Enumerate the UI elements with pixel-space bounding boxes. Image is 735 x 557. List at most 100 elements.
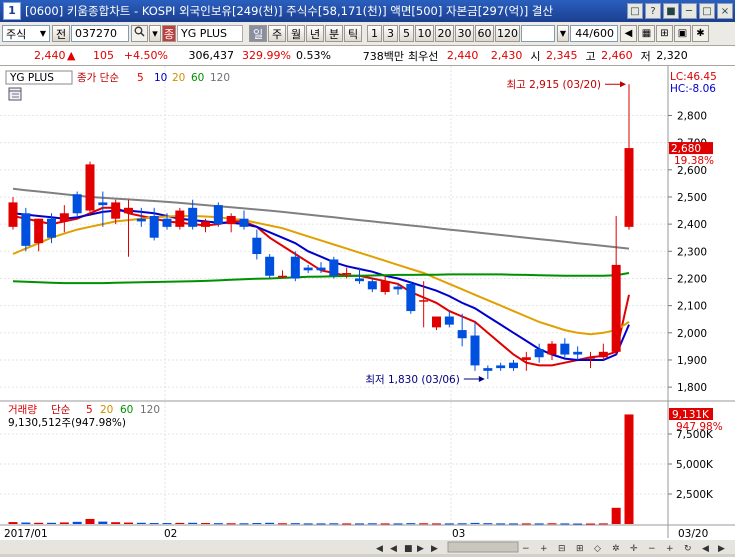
grid-icon[interactable]: ▦ [638, 25, 655, 42]
refresh-icon[interactable]: ↻ [684, 544, 692, 554]
plus-icon[interactable]: + [666, 544, 674, 554]
candle-body [329, 259, 339, 276]
volume-current-pct: 947.98% [676, 421, 723, 433]
scroll-first-icon[interactable]: ◀ [376, 544, 383, 554]
high-price: 2,460 [601, 49, 633, 62]
volume-bar [162, 523, 172, 525]
settings-icon[interactable]: ✲ [612, 544, 620, 554]
data-count-field[interactable]: 44/600 [570, 25, 618, 42]
maximize-button[interactable]: □ [699, 3, 715, 19]
volume-ma-5[interactable]: 5 [86, 404, 93, 416]
stock-code-input[interactable]: 037270 [71, 25, 129, 42]
volume-bar [419, 523, 429, 525]
interval-dropdown[interactable]: ▼ [557, 25, 569, 42]
volume-bar [393, 523, 403, 525]
candle-body [201, 221, 210, 227]
market-select[interactable]: 주식 ▼ [2, 25, 50, 42]
volume-bar [188, 522, 198, 524]
tab-minute[interactable]: 분 [325, 25, 343, 42]
interval-60[interactable]: 60 [475, 25, 494, 42]
save-icon[interactable]: ▣ [674, 25, 691, 42]
volume-bar [239, 523, 249, 525]
scroll-prev-icon[interactable]: ◀ [390, 544, 397, 554]
close-button[interactable]: × [717, 3, 733, 19]
calendar-icon[interactable] [8, 87, 22, 101]
tab-weekly[interactable]: 주 [268, 25, 286, 42]
candle-body [355, 278, 364, 282]
tab-tick[interactable]: 틱 [344, 25, 362, 42]
candle-body [226, 215, 236, 225]
help-button[interactable]: ? [645, 3, 661, 19]
right-icon[interactable]: ▶ [718, 544, 725, 554]
scroll-last-icon[interactable]: ▶ [431, 544, 438, 554]
low-price: 2,320 [656, 49, 688, 62]
chart-scrollbar[interactable] [0, 540, 735, 554]
zoom-icon[interactable]: ⊞ [656, 25, 673, 42]
zoom-reset-icon[interactable]: ⊟ [558, 544, 566, 554]
expand-icon[interactable]: ◇ [594, 544, 601, 554]
volume-bar [252, 523, 262, 525]
period-back-icon[interactable]: ◀ [620, 25, 637, 42]
custom-interval-input[interactable] [521, 25, 555, 42]
chart-svg[interactable]: YG PLUS 종가 단순 5 10 20 60 120 LC:46.45 HC… [0, 66, 735, 554]
current-price: 2,440 [34, 49, 66, 62]
legend-ma-10[interactable]: 10 [154, 72, 167, 84]
scroll-next-icon[interactable]: ▶ [417, 544, 424, 554]
volume-ma-20[interactable]: 20 [100, 404, 113, 416]
volume-ma-60[interactable]: 60 [120, 404, 133, 416]
interval-5[interactable]: 5 [399, 25, 414, 42]
volume-bar [213, 523, 223, 525]
legend-ma-title[interactable]: 종가 단순 [77, 72, 119, 84]
tab-yearly[interactable]: 년 [306, 25, 324, 42]
up-arrow-icon: ▲ [67, 49, 76, 62]
window-title: [0600] 키움종합차트 - KOSPI 외국인보유[249(천)] 주식수[… [25, 4, 554, 18]
candle-body [34, 218, 44, 244]
chart-area[interactable]: YG PLUS 종가 단순 5 10 20 60 120 LC:46.45 HC… [0, 66, 735, 554]
x-label-jan: 2017/01 [4, 528, 48, 540]
volume-bar [329, 523, 339, 525]
tab-daily[interactable]: 일 [249, 25, 267, 42]
pin-button[interactable]: ■ [663, 3, 679, 19]
volume-bar [342, 523, 352, 525]
gear-icon[interactable]: ✱ [692, 25, 709, 42]
price-tick-label: 2,200 [677, 273, 707, 285]
legend-ma-5[interactable]: 5 [137, 72, 144, 84]
volume-ma-120[interactable]: 120 [140, 404, 160, 416]
volume-bar [201, 523, 210, 525]
candle-body [547, 343, 557, 355]
legend-ma-120[interactable]: 120 [210, 72, 230, 84]
interval-1[interactable]: 1 [367, 25, 382, 42]
market-sub-button[interactable]: 전 [52, 25, 70, 42]
volume-bar [149, 523, 159, 525]
left-icon[interactable]: ◀ [702, 544, 709, 554]
crosshair-icon[interactable]: ✛ [630, 544, 638, 554]
volume-bar [265, 522, 275, 524]
candle-body [598, 351, 608, 358]
search-icon[interactable] [131, 25, 148, 42]
volume-bar [124, 522, 133, 524]
zoom-fit-icon[interactable]: ⊞ [576, 544, 584, 554]
legend-ma-20[interactable]: 20 [172, 72, 185, 84]
interval-30[interactable]: 30 [455, 25, 474, 42]
minimize-button[interactable]: ─ [681, 3, 697, 19]
volume-legend-ma[interactable]: 단순 [51, 404, 71, 416]
scroll-thumb[interactable] [447, 541, 519, 553]
candle-body [380, 281, 390, 293]
tab-monthly[interactable]: 월 [287, 25, 305, 42]
zoom-in-icon[interactable]: + [540, 544, 548, 554]
interval-3[interactable]: 3 [383, 25, 398, 42]
interval-120[interactable]: 120 [495, 25, 520, 42]
price-change: 105 [93, 49, 114, 62]
volume-legend-name[interactable]: 거래량 [8, 404, 37, 416]
candle-body [162, 218, 172, 227]
volume-bar [175, 522, 185, 524]
minus-icon[interactable]: − [648, 544, 656, 554]
interval-10[interactable]: 10 [415, 25, 434, 42]
interval-20[interactable]: 20 [435, 25, 454, 42]
stock-search-button[interactable]: ▾ [149, 25, 161, 42]
stop-icon[interactable]: ■ [404, 544, 413, 554]
zoom-out-icon[interactable]: − [522, 544, 530, 554]
legend-ma-60[interactable]: 60 [191, 72, 204, 84]
volume-bar [611, 507, 621, 524]
link-button[interactable]: □ [627, 3, 643, 19]
